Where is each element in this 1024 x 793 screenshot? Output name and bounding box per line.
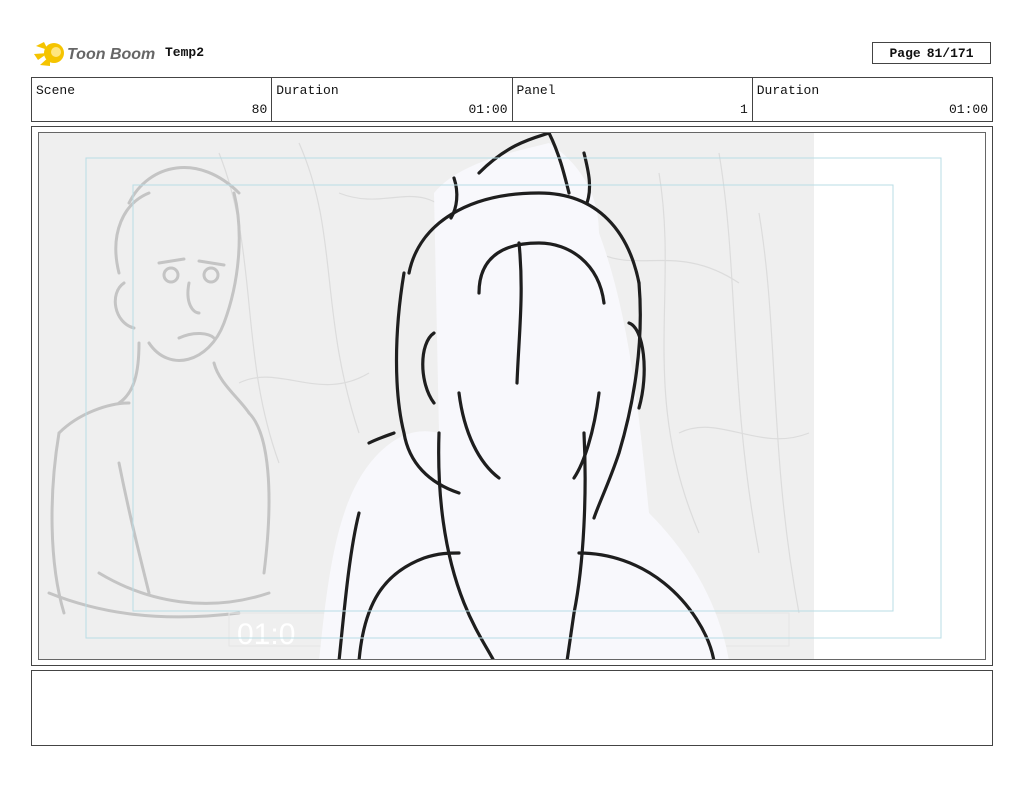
scene-label: Scene bbox=[36, 83, 76, 98]
scene-duration-cell: Duration 01:00 bbox=[272, 78, 513, 121]
storyboard-drawing: 01:0 bbox=[39, 133, 985, 659]
panel-cell: Panel 1 bbox=[513, 78, 753, 121]
scene-duration-value: 01:00 bbox=[468, 102, 508, 117]
panel-margin bbox=[814, 133, 985, 659]
project-title: Temp2 bbox=[165, 45, 205, 60]
logo-wordmark: Toon Boom bbox=[67, 46, 155, 63]
panel-value: 1 bbox=[739, 102, 748, 117]
scene-duration-label: Duration bbox=[276, 83, 339, 98]
page-number: 81/171 bbox=[926, 45, 974, 61]
storyboard-panel-frame: 01:0 bbox=[31, 126, 993, 666]
panel-notes-box bbox=[31, 670, 993, 746]
panel-duration-label: Duration bbox=[756, 83, 820, 98]
scene-value: 80 bbox=[251, 102, 268, 117]
toon-boom-logo: Toon Boom bbox=[34, 38, 160, 68]
scene-cell: Scene 80 bbox=[32, 78, 273, 121]
panel-duration-value: 01:00 bbox=[948, 102, 988, 117]
storyboard-panel: 01:0 bbox=[38, 132, 986, 660]
panel-label: Panel bbox=[516, 83, 556, 98]
info-row: Scene 80 Duration 01:00 Panel 1 Duration… bbox=[31, 77, 993, 122]
page-label: Page bbox=[889, 45, 921, 61]
page-indicator: Page 81/171 bbox=[872, 42, 991, 64]
star-burst-icon bbox=[34, 42, 64, 66]
panel-duration-cell: Duration 01:00 bbox=[753, 78, 992, 121]
toon-boom-logo-graphic: Toon Boom bbox=[34, 42, 155, 66]
